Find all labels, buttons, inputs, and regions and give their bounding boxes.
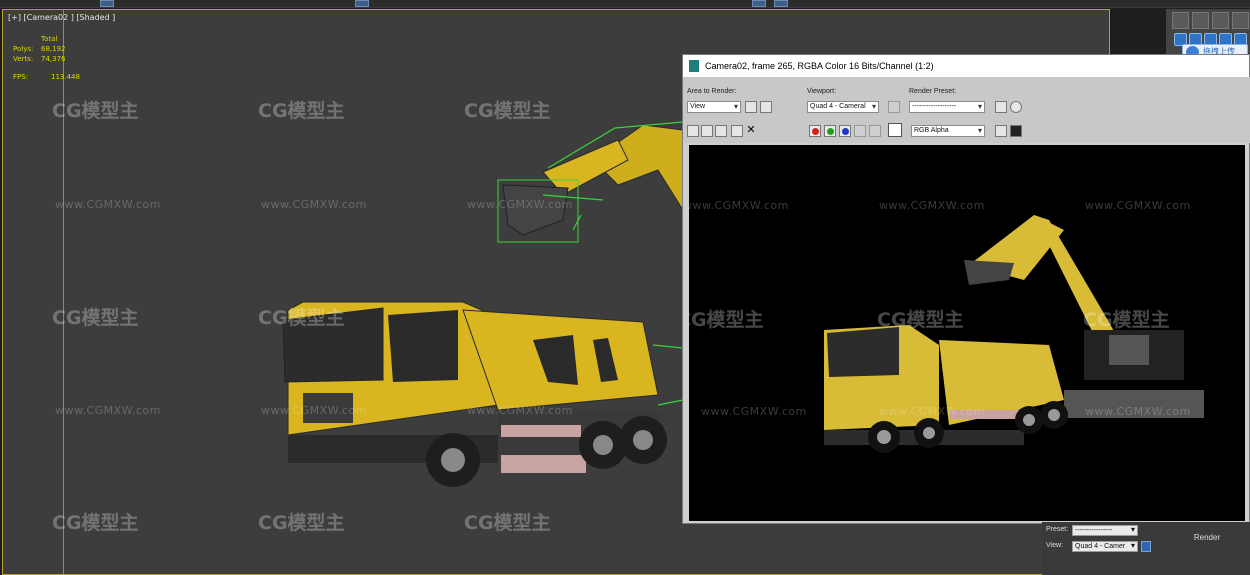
monochrome-toggle[interactable] (869, 125, 881, 137)
copy-image-icon[interactable] (701, 125, 713, 137)
environment-icon[interactable] (1010, 101, 1022, 113)
alpha-channel-toggle[interactable] (854, 125, 866, 137)
toolbar-button[interactable] (100, 0, 114, 7)
watermark-url: www.CGMXW.com (1085, 405, 1191, 418)
preset-label: Preset: (1046, 526, 1069, 533)
watermark-logo: CG模型主 (52, 512, 139, 534)
rendered-image: CG模型主 CG模型主 CG模型主 www.CGMXW.com www.CGMX… (689, 145, 1245, 521)
watermark-url: www.CGMXW.com (1085, 199, 1191, 212)
blue-channel-toggle[interactable] (839, 125, 851, 137)
green-channel-toggle[interactable] (824, 125, 836, 137)
watermark-logo: CG模型主 (464, 100, 551, 122)
watermark-url: www.CGMXW.com (467, 198, 573, 211)
command-panel-tabs (1172, 12, 1249, 29)
watermark-url: www.CGMXW.com (55, 404, 161, 417)
viewport-label: Viewport: (807, 88, 837, 95)
preset-select[interactable]: ---------------- (1072, 525, 1138, 536)
toggle-ui-icon[interactable] (1010, 125, 1022, 137)
hierarchy-tab-icon[interactable] (1212, 12, 1229, 29)
watermark-logo: CG模型主 (52, 100, 139, 122)
clone-window-icon[interactable] (715, 125, 727, 137)
render-button[interactable]: Render (1180, 530, 1234, 546)
watermark-url: www.CGMXW.com (261, 198, 367, 211)
render-window-title: Camera02, frame 265, RGBA Color 16 Bits/… (705, 61, 934, 71)
clear-icon[interactable]: ✕ (745, 125, 757, 137)
lock-view-icon[interactable] (1141, 541, 1151, 552)
color-swatch[interactable] (888, 123, 902, 137)
render-window-controls: Area to Render: View Viewport: Quad 4 - … (683, 77, 1250, 143)
toggle-ui-overlay-icon[interactable] (995, 125, 1007, 137)
edit-region-button[interactable] (745, 101, 757, 113)
toolbar-button[interactable] (355, 0, 369, 7)
lock-icon[interactable] (888, 101, 900, 113)
watermark-logo: CG模型主 (1083, 309, 1170, 331)
rendered-frame-window: Camera02, frame 265, RGBA Color 16 Bits/… (682, 54, 1250, 524)
watermark-logo: CG模型主 (689, 309, 764, 331)
area-to-render-label: Area to Render: (687, 88, 737, 95)
red-channel-toggle[interactable] (809, 125, 821, 137)
watermark-url: www.CGMXW.com (55, 198, 161, 211)
watermark-url: www.CGMXW.com (467, 404, 573, 417)
main-toolbar (0, 0, 1250, 8)
print-image-icon[interactable] (731, 125, 743, 137)
create-tab-icon[interactable] (1172, 12, 1189, 29)
viewport-select[interactable]: Quad 4 - Cameral (807, 101, 879, 113)
toolbar-button[interactable] (752, 0, 766, 7)
modify-tab-icon[interactable] (1192, 12, 1209, 29)
auto-region-button[interactable] (760, 101, 772, 113)
motion-tab-icon[interactable] (1232, 12, 1249, 29)
watermark-url: www.CGMXW.com (689, 199, 789, 212)
render-dump-truck (824, 325, 1068, 453)
watermark-logo: CG模型主 (877, 309, 964, 331)
3dsmax-app-icon (689, 60, 699, 72)
excavator-model (497, 121, 684, 243)
view-select[interactable]: Quad 4 - Camer (1072, 541, 1138, 552)
render-preset-select[interactable]: ------------------- (909, 101, 985, 113)
watermark-url: www.CGMXW.com (701, 405, 807, 418)
view-label: View: (1046, 542, 1063, 549)
watermark-logo: CG模型主 (52, 307, 139, 329)
area-to-render-select[interactable]: View (687, 101, 741, 113)
watermark-logo: CG模型主 (464, 512, 551, 534)
save-image-icon[interactable] (687, 125, 699, 137)
toolbar-button[interactable] (774, 0, 788, 7)
watermark-url: www.CGMXW.com (261, 404, 367, 417)
display-channel-select[interactable]: RGB Alpha (911, 125, 985, 137)
watermark-url: www.CGMXW.com (879, 199, 985, 212)
watermark-logo: CG模型主 (258, 512, 345, 534)
render-window-titlebar[interactable]: Camera02, frame 265, RGBA Color 16 Bits/… (683, 55, 1249, 77)
render-setup-icon[interactable] (995, 101, 1007, 113)
watermark-logo: CG模型主 (258, 307, 345, 329)
render-preset-label: Render Preset: (909, 88, 957, 95)
watermark-url: www.CGMXW.com (879, 405, 985, 418)
watermark-logo: CG模型主 (258, 100, 345, 122)
